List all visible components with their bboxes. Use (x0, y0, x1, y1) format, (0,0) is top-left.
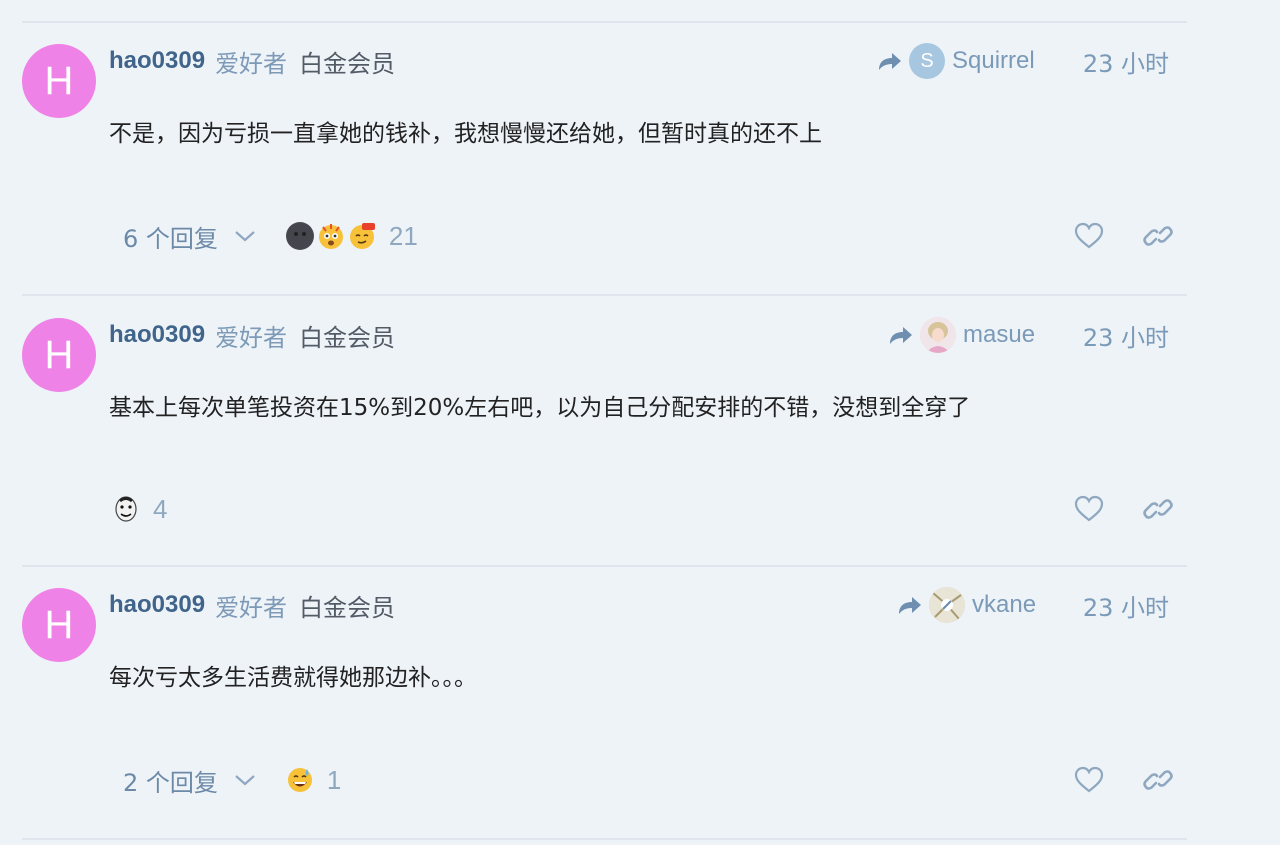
post-content: 基本上每次单笔投资在15%到20%左右吧，以为自己分配安排的不错，没想到全穿了 (109, 395, 971, 421)
show-replies-button[interactable]: 2 个回复 (123, 763, 256, 798)
avatar[interactable]: H (22, 318, 96, 392)
post-time[interactable]: 23 小时 (1083, 318, 1169, 352)
user-title: 爱好者 (215, 49, 288, 78)
post-meta: hao0309 爱好者 白金会员 (109, 588, 395, 622)
grinning-sweat-icon (286, 766, 314, 794)
post: H hao0309 爱好者 白金会员 vkane 23 小时 每次亏太多生活费就… (22, 587, 1187, 838)
reaction-count: 1 (326, 764, 342, 795)
reactions[interactable]: 4 (112, 494, 167, 525)
link-icon (1143, 226, 1173, 246)
like-button[interactable] (1073, 765, 1105, 795)
smirking-666-icon (348, 222, 376, 250)
username[interactable]: hao0309 (109, 591, 205, 619)
post: H hao0309 爱好者 白金会员 masue 23 小时 基本上每次单笔投资… (22, 317, 1187, 566)
username[interactable]: hao0309 (109, 321, 205, 349)
like-button[interactable] (1073, 221, 1105, 251)
reply-arrow-icon (890, 327, 912, 344)
like-button[interactable] (1073, 494, 1105, 524)
reaction-count: 21 (388, 220, 418, 251)
post-stream: H hao0309 爱好者 白金会员 S Squirrel 23 小时 不是，因… (22, 0, 1187, 845)
meme-face-icon (112, 495, 140, 523)
post-content: 每次亏太多生活费就得她那边补。。。 (109, 665, 477, 691)
reply-to-username: Squirrel (952, 47, 1035, 74)
reply-to-username: masue (963, 321, 1036, 348)
reply-to-avatar (920, 317, 956, 353)
username[interactable]: hao0309 (109, 47, 205, 75)
reply-arrow-icon (899, 597, 921, 614)
post-actions: 2 个回复 1 (109, 760, 1187, 800)
post-content: 不是，因为亏损一直拿她的钱补，我想慢慢还给她，但暂时真的还不上 (109, 121, 822, 147)
replies-count: 2 个回复 (123, 768, 218, 797)
user-group: 白金会员 (299, 49, 396, 78)
chevron-down-icon (235, 775, 255, 786)
share-link-button[interactable] (1142, 494, 1174, 524)
post-divider (22, 294, 1187, 296)
heart-icon (1074, 766, 1104, 793)
avatar[interactable]: H (22, 44, 96, 118)
reply-to-avatar: S (909, 43, 945, 79)
reaction-count: 4 (153, 493, 168, 524)
post-actions: 4 (109, 489, 1187, 529)
chevron-down-icon (235, 231, 255, 242)
post-divider (22, 838, 1187, 840)
post-meta: hao0309 爱好者 白金会员 (109, 318, 395, 352)
reply-to-avatar (929, 587, 965, 623)
reply-to[interactable]: S Squirrel (877, 43, 1035, 79)
avatar[interactable]: H (22, 588, 96, 662)
post-actions: 6 个回复 21 (109, 216, 1187, 256)
replies-count: 6 个回复 (123, 224, 218, 253)
show-replies-button[interactable]: 6 个回复 (123, 219, 256, 254)
user-group: 白金会员 (299, 323, 396, 352)
share-link-button[interactable] (1142, 765, 1174, 795)
share-link-button[interactable] (1142, 221, 1174, 251)
user-group: 白金会员 (299, 593, 396, 622)
link-icon (1143, 499, 1173, 519)
reply-to-username: vkane (972, 591, 1037, 618)
post-meta: hao0309 爱好者 白金会员 (109, 44, 395, 78)
user-title: 爱好者 (215, 323, 288, 352)
heart-icon (1074, 222, 1104, 249)
post-time[interactable]: 23 小时 (1083, 44, 1169, 78)
post-divider (22, 565, 1187, 567)
reply-arrow-icon (879, 53, 901, 70)
reactions[interactable]: 1 (286, 765, 341, 796)
post-time[interactable]: 23 小时 (1083, 588, 1169, 622)
new-moon-face-icon (285, 222, 314, 250)
user-title: 爱好者 (215, 593, 288, 622)
reply-to[interactable]: masue (888, 317, 1036, 353)
heart-icon (1074, 495, 1104, 522)
link-icon (1143, 770, 1173, 790)
exploding-head-icon (317, 222, 345, 250)
reply-to[interactable]: vkane (897, 587, 1037, 623)
reactions[interactable]: 21 (285, 220, 418, 252)
post-divider (22, 21, 1187, 23)
post: H hao0309 爱好者 白金会员 S Squirrel 23 小时 不是，因… (22, 43, 1187, 294)
